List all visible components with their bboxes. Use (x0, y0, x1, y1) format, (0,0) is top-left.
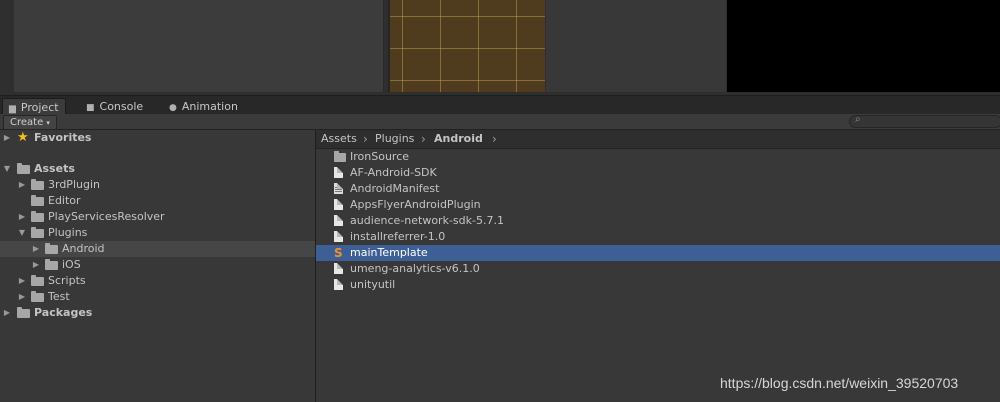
tree-item-label: Assets (34, 162, 75, 175)
folder-icon (31, 275, 44, 286)
game-view[interactable] (727, 0, 1000, 92)
tree-item-label: 3rdPlugin (48, 178, 100, 191)
file-name: mainTemplate (350, 246, 428, 259)
tree-item-3rdplugin[interactable]: ▶ 3rdPlugin (0, 177, 315, 193)
file-name: umeng-analytics-v6.1.0 (350, 262, 480, 275)
tree-item-packages[interactable]: ▶ Packages (0, 305, 315, 321)
tab-animation[interactable]: ● Animation (163, 98, 244, 115)
expand-arrow-icon[interactable]: ▶ (31, 257, 41, 273)
file-name: installreferrer-1.0 (350, 230, 446, 243)
tree-item-android[interactable]: ▶ Android (0, 241, 315, 257)
search-icon: ⌕ (855, 114, 861, 125)
tree-item-assets[interactable]: ▼ Assets (0, 161, 315, 177)
manifest-file-icon (334, 183, 343, 194)
file-icon (334, 263, 343, 274)
tree-item-plugins[interactable]: ▼ Plugins (0, 225, 315, 241)
list-item[interactable]: AppsFlyerAndroidPlugin (316, 197, 1000, 213)
folder-icon (17, 307, 30, 318)
tree-item-playservicesresolver[interactable]: ▶ PlayServicesResolver (0, 209, 315, 225)
expand-arrow-icon[interactable]: ▶ (17, 209, 27, 225)
tree-item-label: PlayServicesResolver (48, 210, 165, 223)
file-icon (334, 231, 343, 242)
tree-item-label: Android (62, 242, 105, 255)
tree-item-ios[interactable]: ▶ iOS (0, 257, 315, 273)
list-item[interactable]: IronSource (316, 149, 1000, 165)
folder-icon (334, 151, 346, 162)
tab-console[interactable]: ■ Console (80, 98, 149, 115)
list-item[interactable]: installreferrer-1.0 (316, 229, 1000, 245)
expand-arrow-icon[interactable]: ▶ (31, 241, 41, 257)
tree-item-label: Editor (48, 194, 81, 207)
list-item[interactable]: AF-Android-SDK (316, 165, 1000, 181)
file-icon (334, 215, 343, 226)
expand-arrow-icon[interactable]: ▶ (17, 177, 27, 193)
folder-icon (31, 195, 44, 206)
expand-arrow-icon[interactable]: ▶ (2, 305, 12, 321)
star-icon: ★ (17, 130, 29, 145)
collapse-arrow-icon[interactable]: ▼ (2, 161, 12, 177)
hierarchy-panel[interactable] (14, 0, 384, 92)
folder-icon (31, 211, 44, 222)
sublime-file-icon: S (334, 246, 343, 260)
collapse-arrow-icon[interactable]: ▼ (17, 225, 27, 241)
expand-arrow-icon[interactable]: ▶ (17, 273, 27, 289)
tree-item-label: Plugins (48, 226, 88, 239)
project-tab-bar: ▆ Project ■ Console ● Animation (0, 95, 1000, 116)
expand-arrow-icon[interactable]: ▶ (2, 130, 12, 146)
list-item[interactable]: audience-network-sdk-5.7.1 (316, 213, 1000, 229)
asset-browser: Assets › Plugins › Android › IronSource … (316, 130, 1000, 402)
chevron-right-icon: › (421, 132, 426, 146)
tree-item-label: Test (48, 290, 70, 303)
tree-item-favorites[interactable]: ▶ ★ Favorites (0, 130, 315, 146)
folder-icon (31, 179, 44, 190)
create-button[interactable]: Create ▾ (3, 115, 57, 130)
file-name: IronSource (350, 150, 410, 163)
list-item[interactable]: umeng-analytics-v6.1.0 (316, 261, 1000, 277)
chevron-right-icon: › (492, 132, 497, 146)
tab-console-label: Console (99, 100, 144, 113)
scene-view[interactable] (388, 0, 545, 92)
file-name: AppsFlyerAndroidPlugin (350, 198, 481, 211)
tree-item-scripts[interactable]: ▶ Scripts (0, 273, 315, 289)
list-item[interactable]: AndroidManifest (316, 181, 1000, 197)
project-toolbar: Create ▾ ⌕ (0, 114, 1000, 130)
watermark: https://blog.csdn.net/weixin_39520703 (720, 375, 959, 391)
inspector-panel[interactable] (546, 0, 726, 92)
tab-animation-label: Animation (181, 100, 238, 113)
tab-project-label: Project (20, 101, 59, 114)
folder-icon (31, 227, 44, 238)
file-icon (334, 167, 343, 178)
breadcrumb-item-assets[interactable]: Assets (321, 130, 357, 148)
tree-item-label: Favorites (34, 131, 92, 144)
file-icon (334, 279, 343, 290)
list-item[interactable]: unityutil (316, 277, 1000, 293)
chevron-right-icon: › (363, 132, 368, 146)
tree-item-editor[interactable]: Editor (0, 193, 315, 209)
file-name: AndroidManifest (350, 182, 440, 195)
file-name: audience-network-sdk-5.7.1 (350, 214, 504, 227)
list-item-selected[interactable]: S mainTemplate (316, 245, 1000, 261)
create-button-label: Create (10, 117, 44, 128)
expand-arrow-icon[interactable]: ▶ (17, 289, 27, 305)
breadcrumb-item-plugins[interactable]: Plugins (375, 130, 414, 148)
breadcrumb: Assets › Plugins › Android › (316, 130, 1000, 149)
search-input[interactable]: ⌕ (849, 114, 1000, 128)
tree-item-test[interactable]: ▶ Test (0, 289, 315, 305)
breadcrumb-item-android[interactable]: Android (434, 130, 483, 148)
file-name: AF-Android-SDK (350, 166, 437, 179)
file-name: unityutil (350, 278, 396, 291)
tree-item-label: Scripts (48, 274, 86, 287)
tree-item-label: iOS (62, 258, 81, 271)
file-icon (334, 199, 343, 210)
folder-tree: ▶ ★ Favorites ▼ Assets ▶ 3rdPlugin Edito… (0, 130, 316, 402)
folder-icon (45, 259, 58, 270)
folder-icon (45, 243, 58, 254)
tree-item-label: Packages (34, 306, 93, 319)
folder-icon (31, 291, 44, 302)
dropdown-arrow-icon: ▾ (46, 119, 50, 127)
folder-icon (17, 163, 30, 174)
